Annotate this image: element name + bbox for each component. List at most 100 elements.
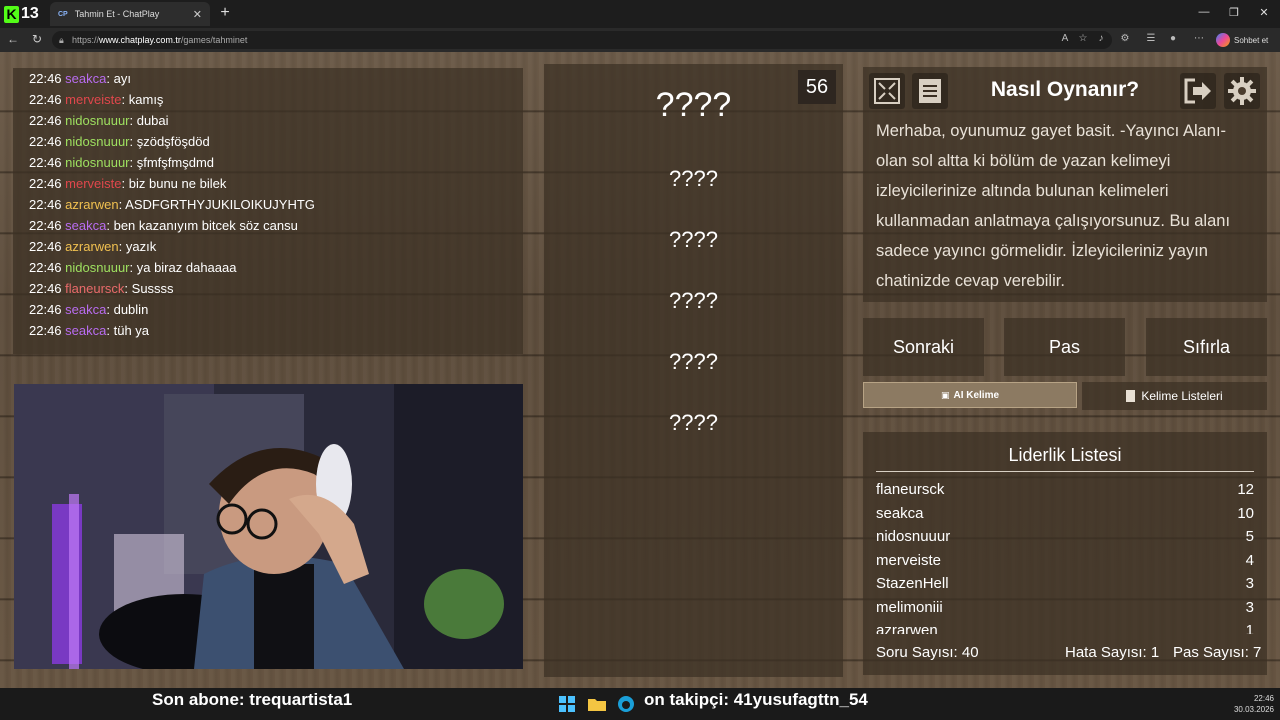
fullscreen-icon <box>874 78 900 104</box>
next-button[interactable]: Sonraki <box>863 318 984 376</box>
browser-tab[interactable]: CP Tahmin Et - ChatPlay ✕ <box>50 2 210 26</box>
chat-message: 22:46 seakca: ben kazanıyım bitcek söz c… <box>29 215 523 236</box>
chat-time: 22:46 <box>29 176 62 191</box>
leaderboard-row: azrarwen 1 <box>876 619 1254 634</box>
player-name: flaneursck <box>876 481 945 498</box>
chat-username[interactable]: flaneursck <box>65 281 124 296</box>
chat-time: 22:46 <box>29 113 62 128</box>
chat-text: : Sussss <box>124 281 174 296</box>
chat-text: : biz bunu ne bilek <box>121 176 227 191</box>
chat-username[interactable]: azrarwen <box>65 239 118 254</box>
forbidden-word-4: ???? <box>669 349 718 374</box>
pass-button[interactable]: Pas <box>1004 318 1125 376</box>
favorites-icon[interactable]: ☰ <box>1144 32 1158 46</box>
leaderboard-row: melimoniii 3 <box>876 596 1254 620</box>
reload-icon[interactable]: ↻ <box>29 31 45 47</box>
chat-username[interactable]: nidosnuuur <box>65 260 129 275</box>
question-count: Soru Sayısı: 40 <box>876 644 979 661</box>
word-lists-tab[interactable]: Kelime Listeleri <box>1082 382 1267 410</box>
chat-text: : kamış <box>121 92 164 107</box>
url-field[interactable]: 🔒︎ https://www.chatplay.com.tr/games/tahm… <box>52 31 1112 49</box>
mute-icon[interactable]: ♪ <box>1094 32 1108 46</box>
gear-icon <box>1228 77 1256 105</box>
copilot-button[interactable]: Sohbet et <box>1216 31 1276 49</box>
chat-message: 22:46 azrarwen: yazık <box>29 236 523 257</box>
how-to-play-text: Merhaba, oyunumuz gayet basit. -Yayıncı … <box>876 122 1231 290</box>
reset-button[interactable]: Sıfırla <box>1146 318 1267 376</box>
chat-text: : şfmfşfmşdmd <box>129 155 215 170</box>
clock-time: 22:46 <box>1253 694 1274 703</box>
exit-button[interactable] <box>1180 73 1216 109</box>
player-name: azrarwen <box>876 622 938 634</box>
chat-time: 22:46 <box>29 323 62 338</box>
player-name: melimoniii <box>876 598 943 616</box>
main-word: ???? <box>655 86 732 124</box>
maximize-icon[interactable]: ❐ <box>1224 6 1244 22</box>
chat-text: : yazık <box>118 239 157 254</box>
chat-time: 22:46 <box>29 155 62 170</box>
chat-username[interactable]: nidosnuuur <box>65 134 129 149</box>
chat-time: 22:46 <box>29 302 62 317</box>
close-window-icon[interactable]: ✕ <box>1254 6 1274 22</box>
error-count: Hata Sayısı: 1 <box>1065 644 1160 661</box>
chat-message: 22:46 seakca: dublin <box>29 299 523 320</box>
chat-text: : tüh ya <box>106 323 150 338</box>
new-tab-icon[interactable]: + <box>216 4 234 22</box>
settings-button[interactable] <box>1224 73 1260 109</box>
player-name: StazenHell <box>876 575 949 592</box>
kick-logo-icon: K <box>4 5 19 23</box>
chat-username[interactable]: seakca <box>65 71 106 86</box>
chat-message: 22:46 azrarwen: ASDFGRTHYJUKILOIKUJYHTG <box>29 194 523 215</box>
leaderboard-list[interactable]: flaneursck 12 seakca 10 nidosnuuur 5 merveiste… <box>876 478 1254 634</box>
start-icon[interactable] <box>557 694 577 714</box>
leaderboard-row: nidosnuuur 5 <box>876 525 1254 549</box>
chat-message: 22:46 nidosnuuur: şfmfşfmşdmd <box>29 152 523 173</box>
chat-username[interactable]: merveiste <box>65 176 121 191</box>
chat-text: : ayı <box>106 71 131 86</box>
chat-text: : ASDFGRTHYJUKILOIKUJYHTG <box>118 197 315 212</box>
file-explorer-icon[interactable] <box>587 694 607 714</box>
chat-username[interactable]: seakca <box>65 302 106 317</box>
url-prefix: https:// <box>72 35 100 45</box>
chat-time: 22:46 <box>29 281 62 296</box>
extensions-icon[interactable]: ⚙ <box>1118 32 1132 46</box>
player-score: 3 <box>1245 598 1254 616</box>
word-lists-label: Kelime Listeleri <box>1141 389 1223 403</box>
chat-username[interactable]: seakca <box>65 323 106 338</box>
system-clock[interactable]: 22:46 30.03.2026 <box>1218 693 1274 715</box>
read-aloud-icon[interactable]: A <box>1058 32 1072 46</box>
chat-username[interactable]: nidosnuuur <box>65 155 129 170</box>
close-tab-icon[interactable]: ✕ <box>193 8 202 21</box>
minimize-icon[interactable]: — <box>1194 6 1214 22</box>
document-icon <box>919 79 941 103</box>
chat-time: 22:46 <box>29 239 62 254</box>
profile-icon[interactable]: ● <box>1166 32 1180 46</box>
ai-word-tab[interactable]: ▣ AI Kelime <box>863 382 1077 408</box>
player-score: 10 <box>1237 504 1254 522</box>
exit-icon <box>1184 78 1211 104</box>
favorite-star-icon[interactable]: ☆ <box>1076 32 1090 46</box>
chat-username[interactable]: seakca <box>65 218 106 233</box>
pass-count: Pas Sayısı: 7 <box>1173 644 1262 661</box>
fullscreen-button[interactable] <box>869 73 905 109</box>
url-path: /games/tahminet <box>180 35 248 45</box>
player-score: 3 <box>1245 575 1254 592</box>
notes-button[interactable] <box>912 73 948 109</box>
copilot-label: Sohbet et <box>1234 35 1269 45</box>
webcam-image <box>14 384 523 669</box>
chat-username[interactable]: azrarwen <box>65 197 118 212</box>
site-info-icon[interactable]: 🔒︎ <box>59 31 64 49</box>
more-menu-icon[interactable]: ⋯ <box>1192 32 1206 46</box>
notepad-icon <box>1126 390 1136 402</box>
edge-browser-icon[interactable] <box>616 694 636 714</box>
chat-message: 22:46 nidosnuuur: şzödşföşdöd <box>29 131 523 152</box>
chat-username[interactable]: merveiste <box>65 92 121 107</box>
leaderboard-title: Liderlik Listesi <box>876 445 1254 472</box>
chat-text: : ya biraz dahaaaa <box>129 260 237 275</box>
player-name: nidosnuuur <box>876 528 951 545</box>
robot-icon: ▣ <box>940 389 950 400</box>
chat-username[interactable]: nidosnuuur <box>65 113 129 128</box>
back-arrow-icon[interactable]: ← <box>5 31 21 47</box>
kick-viewer-count: 13 <box>21 5 39 22</box>
clock-date: 30.03.2026 <box>1233 705 1274 714</box>
